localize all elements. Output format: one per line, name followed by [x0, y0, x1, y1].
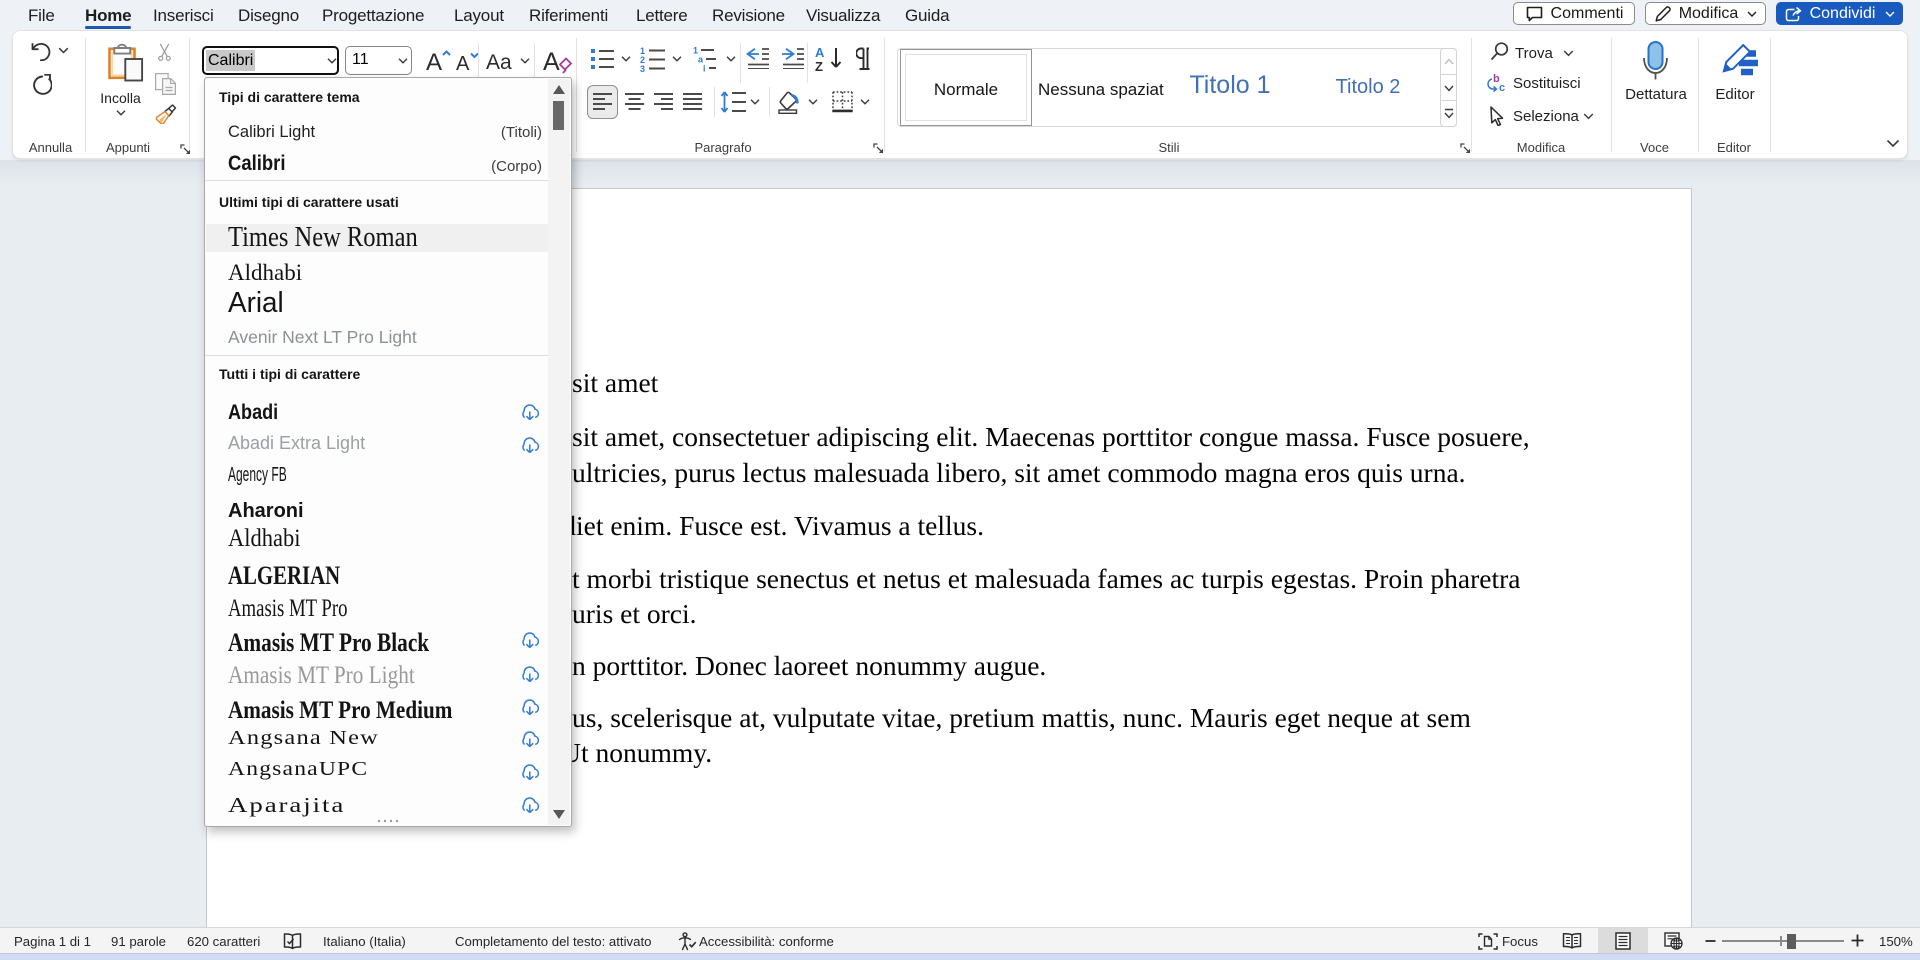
svg-text:A: A: [426, 49, 442, 73]
svg-text:A: A: [486, 52, 500, 72]
svg-text:i: i: [703, 64, 706, 73]
svg-text:3: 3: [640, 64, 645, 72]
svg-text:A: A: [456, 53, 470, 73]
svg-text:a: a: [500, 52, 512, 72]
svg-text:A: A: [543, 48, 560, 75]
svg-text:A: A: [815, 46, 825, 60]
svg-text:c: c: [1499, 82, 1505, 93]
svg-text:Z: Z: [815, 59, 823, 72]
